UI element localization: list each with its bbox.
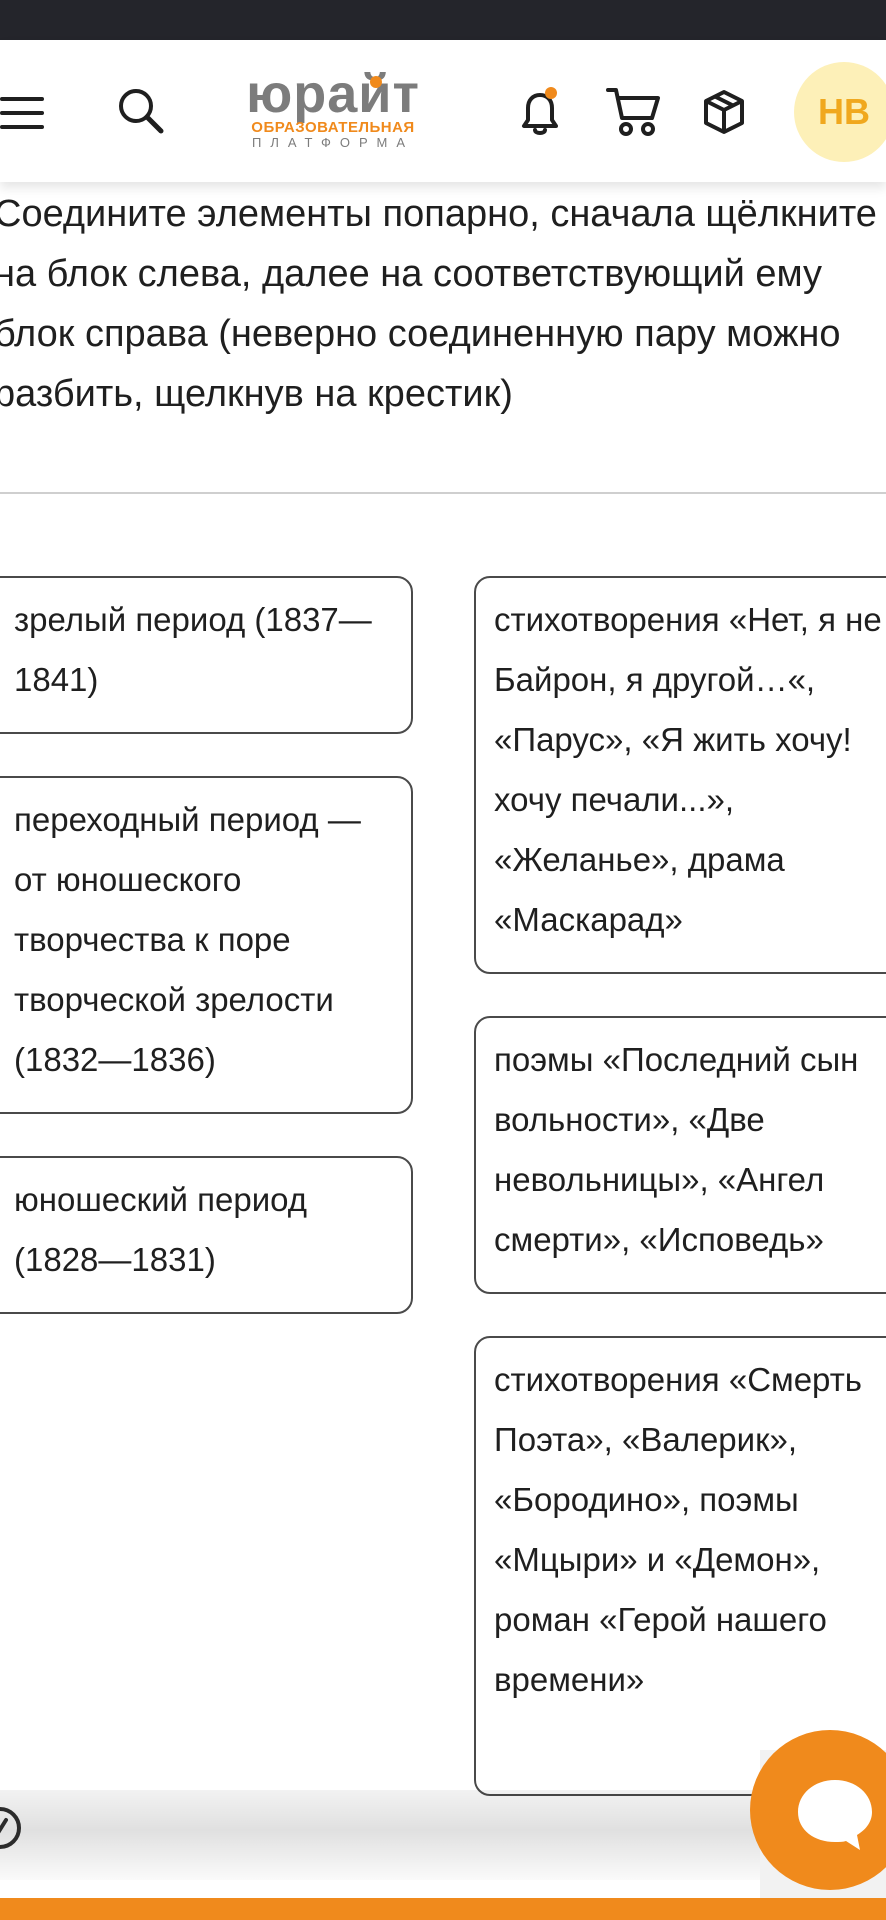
right-item-poems-byron[interactable]: стихотворения «Нет, я не Байрон, я друго… (474, 576, 886, 974)
chat-bubble-icon (798, 1780, 872, 1850)
left-item-transitional-period[interactable]: переходный период — от юношеского творче… (0, 776, 413, 1114)
urait-logo[interactable]: юрайт ОБРАЗОВАТЕЛЬНАЯ ПЛАТФОРМА (228, 64, 438, 164)
check-circle-icon[interactable] (0, 1806, 22, 1850)
box-icon[interactable] (700, 88, 748, 136)
bottom-bar (0, 1898, 886, 1920)
right-item-death-of-poet[interactable]: стихотворения «Смерть Поэта», «Валерик»,… (474, 1336, 886, 1796)
right-item-poems-last-son[interactable]: поэмы «Последний сын вольности», «Две не… (474, 1016, 886, 1294)
left-item-mature-period[interactable]: зрелый период (1837—1841) (0, 576, 413, 734)
logo-subtitle-1: ОБРАЗОВАТЕЛЬНАЯ (251, 119, 415, 136)
app-header: юрайт ОБРАЗОВАТЕЛЬНАЯ ПЛАТФОРМА НВ (0, 40, 886, 182)
search-icon[interactable] (116, 86, 166, 136)
left-item-youth-period[interactable]: юношеский период (1828—1831) (0, 1156, 413, 1314)
logo-wordmark: юрайт (246, 64, 420, 124)
bell-icon[interactable] (514, 84, 566, 140)
divider (0, 492, 886, 494)
status-bar (0, 0, 886, 40)
logo-subtitle-2: ПЛАТФОРМА (251, 135, 415, 150)
menu-icon[interactable] (0, 95, 44, 131)
user-avatar[interactable]: НВ (794, 62, 886, 162)
cart-icon[interactable] (606, 86, 662, 138)
task-instructions: Соедините элементы попарно, сначала щёлк… (0, 193, 877, 415)
logo-accent-dot (370, 76, 382, 88)
